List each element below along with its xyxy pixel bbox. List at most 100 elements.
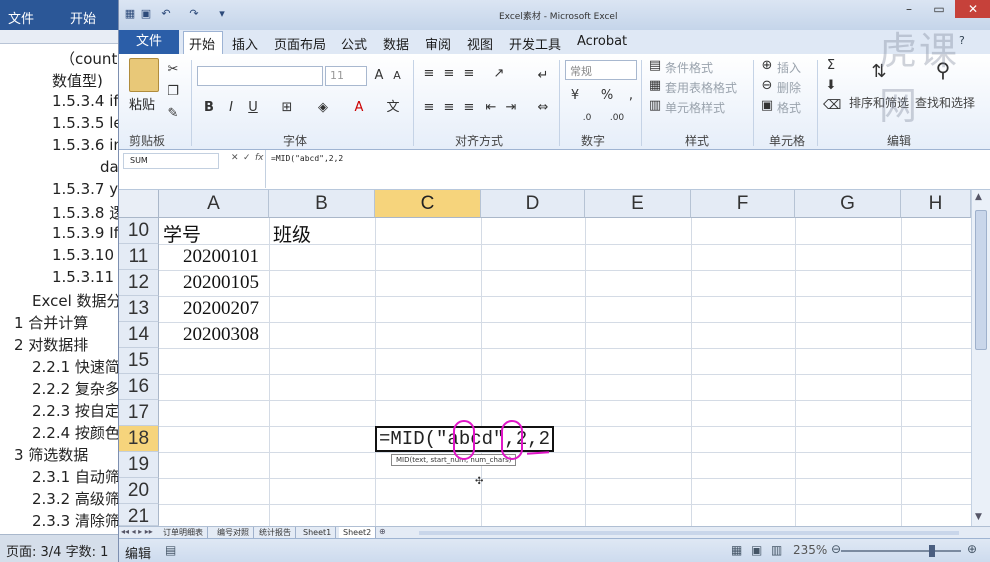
zoom-slider-knob[interactable] [929,545,935,557]
conditional-format-icon[interactable]: ▤ [647,58,663,74]
decrease-indent-icon[interactable]: ⇤ [483,100,499,116]
align-center-icon[interactable]: ≡ [441,100,457,116]
grow-font-icon[interactable]: A [371,68,387,84]
column-header-e[interactable]: E [585,190,691,218]
insert-cells-button[interactable]: 插入 [777,59,801,76]
bold-icon[interactable]: B [201,100,217,116]
zoom-out-icon[interactable]: ⊖ [831,542,841,556]
percent-icon[interactable]: % [599,88,615,104]
qat-dropdown-icon[interactable]: ▾ [215,7,229,21]
row-header-19[interactable]: 19 [119,452,159,478]
vertical-scroll-thumb[interactable] [975,210,987,350]
word-file-tab[interactable]: 文件 [8,8,34,27]
scroll-down-icon[interactable]: ▼ [975,512,982,522]
row-header-11[interactable]: 11 [119,244,159,270]
name-box[interactable]: SUM [123,153,219,169]
tab-review[interactable]: 审阅 [425,34,451,53]
normal-view-icon[interactable]: ▦ [731,543,742,557]
restore-icon[interactable]: ▭ [925,0,953,18]
align-right-icon[interactable]: ≡ [461,100,477,116]
enter-icon[interactable]: ✓ [243,153,251,163]
cell-a12[interactable]: 20200105 [183,272,259,294]
format-cells-button[interactable]: 格式 [777,99,801,116]
phonetic-icon[interactable]: 文 [385,100,401,116]
tab-formulas[interactable]: 公式 [341,34,367,53]
tab-insert[interactable]: 插入 [232,34,258,53]
border-icon[interactable]: ⊞ [279,100,295,116]
insert-cells-icon[interactable]: ⊕ [759,58,775,74]
save-icon[interactable]: ▣ [139,7,153,21]
row-header-15[interactable]: 15 [119,348,159,374]
conditional-format-button[interactable]: 条件格式 [665,59,713,76]
cell-a11[interactable]: 20200101 [183,246,259,268]
increase-indent-icon[interactable]: ⇥ [503,100,519,116]
copy-icon[interactable]: ❐ [165,84,181,100]
macro-record-icon[interactable]: ▤ [165,543,176,557]
tab-acrobat[interactable]: Acrobat [577,34,627,49]
align-top-icon[interactable]: ≡ [421,66,437,82]
undo-icon[interactable]: ↶ [159,7,173,21]
orientation-icon[interactable]: ↗ [491,66,507,82]
row-header-12[interactable]: 12 [119,270,159,296]
shrink-font-icon[interactable]: A [389,68,405,84]
currency-icon[interactable]: ¥ [567,88,583,104]
underline-icon[interactable]: U [245,100,261,116]
align-bottom-icon[interactable]: ≡ [461,66,477,82]
delete-cells-button[interactable]: 删除 [777,79,801,96]
row-header-10[interactable]: 10 [119,218,159,244]
increase-decimal-icon[interactable]: .0 [579,110,595,126]
tab-file[interactable]: 文件 [119,30,179,54]
column-header-f[interactable]: F [691,190,795,218]
tab-view[interactable]: 视图 [467,34,493,53]
comma-icon[interactable]: , [623,88,639,104]
column-header-g[interactable]: G [795,190,901,218]
row-header-21[interactable]: 21 [119,504,159,527]
delete-cells-icon[interactable]: ⊖ [759,78,775,94]
paste-button[interactable]: 粘贴 [129,94,155,113]
row-header-18[interactable]: 18 [119,426,159,452]
cancel-icon[interactable]: ✕ [231,153,239,163]
merge-center-icon[interactable]: ⇔ [535,100,551,116]
format-painter-icon[interactable]: ✎ [165,106,181,122]
font-name-combo[interactable] [197,66,323,86]
new-sheet-icon[interactable]: ⊕ [379,527,386,536]
row-header-14[interactable]: 14 [119,322,159,348]
tab-home[interactable]: 开始 [189,34,215,53]
redo-icon[interactable]: ↷ [187,7,201,21]
fill-color-icon[interactable]: ◈ [315,100,331,116]
fill-icon[interactable]: ⬇ [823,78,839,94]
close-icon[interactable]: ✕ [955,0,990,18]
zoom-level[interactable]: 235% [793,543,827,557]
tab-data[interactable]: 数据 [383,34,409,53]
cell-a14[interactable]: 20200308 [183,324,259,346]
column-header-c[interactable]: C [375,190,481,218]
scroll-up-icon[interactable]: ▲ [975,192,982,202]
page-layout-view-icon[interactable]: ▣ [751,543,762,557]
insert-function-icon[interactable]: fx [255,153,264,163]
paste-icon[interactable] [129,58,159,92]
column-header-h[interactable]: H [901,190,971,218]
autosum-icon[interactable]: Σ [823,58,839,74]
horizontal-scrollbar[interactable] [419,531,959,535]
sheet-nav-icon[interactable]: ◂◂ ◂ ▸ ▸▸ [121,527,153,536]
cell-style-button[interactable]: 单元格样式 [665,99,725,116]
cell-style-icon[interactable]: ▥ [647,98,663,114]
font-size-combo[interactable]: 11 [325,66,367,86]
zoom-in-icon[interactable]: ⊕ [967,542,977,556]
tab-developer[interactable]: 开发工具 [509,34,561,53]
column-header-a[interactable]: A [159,190,269,218]
cell-a10[interactable]: 学号 [163,220,201,247]
italic-icon[interactable]: I [223,100,239,116]
wrap-text-icon[interactable]: ↵ [535,68,551,84]
row-header-13[interactable]: 13 [119,296,159,322]
zoom-slider[interactable] [841,550,961,552]
align-middle-icon[interactable]: ≡ [441,66,457,82]
worksheet-grid[interactable]: A B C D E F G H 10 11 12 13 14 15 16 17 … [119,190,971,527]
table-format-icon[interactable]: ▦ [647,78,663,94]
cell-b10[interactable]: 班级 [273,220,311,247]
tab-page-layout[interactable]: 页面布局 [274,34,326,53]
column-header-b[interactable]: B [269,190,375,218]
minimize-icon[interactable]: – [895,0,923,18]
row-header-20[interactable]: 20 [119,478,159,504]
number-format-combo[interactable]: 常规 [565,60,637,80]
